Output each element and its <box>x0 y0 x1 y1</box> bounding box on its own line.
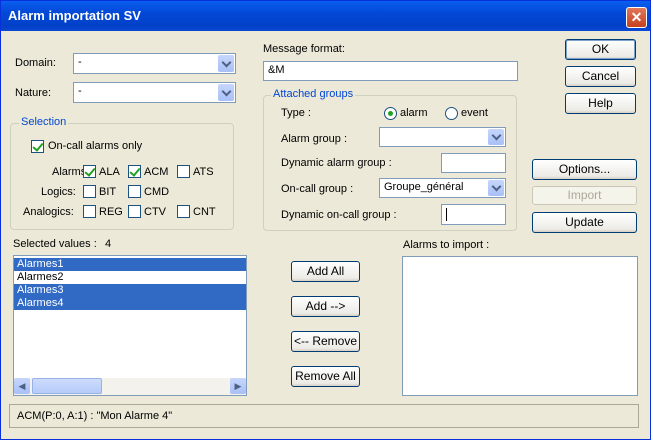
title-bar[interactable]: Alarm importation SV ✕ <box>1 1 650 31</box>
oncall-only-label: On-call alarms only <box>48 140 143 152</box>
selected-values-list: Alarmes1 Alarmes2 Alarmes3 Alarmes4 <box>14 256 246 310</box>
domain-value: - <box>78 56 82 68</box>
analogics-row-label: Analogics: <box>23 206 74 218</box>
import-button[interactable]: Import <box>532 186 637 205</box>
window-title: Alarm importation SV <box>8 8 141 23</box>
horizontal-scrollbar[interactable]: ◀ ▶ <box>14 378 246 395</box>
add-button[interactable]: Add --> <box>291 296 360 317</box>
nature-value: - <box>78 85 82 97</box>
chevron-down-icon[interactable] <box>488 180 504 196</box>
ats-label: ATS <box>193 166 214 178</box>
cnt-checkbox[interactable] <box>177 205 190 218</box>
scroll-right-icon[interactable]: ▶ <box>230 378 246 394</box>
message-format-label: Message format: <box>263 43 345 55</box>
dynamic-oncall-group-label: Dynamic on-call group : <box>281 209 397 221</box>
ctv-checkbox[interactable] <box>128 205 141 218</box>
options-button[interactable]: Options... <box>532 159 637 180</box>
close-button[interactable]: ✕ <box>626 7 647 28</box>
dynamic-alarm-group-input[interactable] <box>441 153 506 173</box>
oncall-group-label: On-call group : <box>281 183 354 195</box>
scrollbar-thumb[interactable] <box>32 378 102 394</box>
reg-label: REG <box>99 206 123 218</box>
list-item[interactable]: Alarmes1 <box>14 258 246 271</box>
close-icon[interactable]: ✕ <box>631 9 643 25</box>
bit-checkbox[interactable] <box>83 185 96 198</box>
oncall-only-checkbox[interactable] <box>31 140 44 153</box>
nature-label: Nature: <box>15 87 52 99</box>
chevron-down-icon[interactable] <box>488 129 504 145</box>
list-item[interactable]: Alarmes3 <box>14 284 246 297</box>
ctv-label: CTV <box>144 206 166 218</box>
ala-checkbox[interactable] <box>83 165 96 178</box>
dynamic-alarm-group-label: Dynamic alarm group : <box>281 157 392 169</box>
alarm-group-combo[interactable] <box>379 127 506 147</box>
acm-checkbox[interactable] <box>128 165 141 178</box>
acm-label: ACM <box>144 166 169 178</box>
cmd-checkbox[interactable] <box>128 185 141 198</box>
type-alarm-label: alarm <box>400 107 428 119</box>
update-button[interactable]: Update <box>532 212 637 233</box>
ala-label: ALA <box>99 166 120 178</box>
domain-combo[interactable]: - <box>73 53 236 74</box>
remove-all-button[interactable]: Remove All <box>291 366 360 387</box>
status-text: ACM(P:0, A:1) : "Mon Alarme 4" <box>17 410 173 422</box>
ats-checkbox[interactable] <box>177 165 190 178</box>
chevron-down-icon[interactable] <box>218 55 234 72</box>
ok-button[interactable]: OK <box>565 39 636 60</box>
cmd-label: CMD <box>144 186 170 198</box>
add-all-button[interactable]: Add All <box>291 261 360 282</box>
text-caret <box>446 208 447 221</box>
help-button[interactable]: Help <box>565 93 636 114</box>
selected-values-label: Selected values : <box>13 238 97 250</box>
type-label: Type : <box>281 107 311 119</box>
dynamic-oncall-group-input[interactable] <box>441 204 506 225</box>
selected-values-count: 4 <box>105 238 112 250</box>
type-alarm-radio[interactable] <box>384 107 397 120</box>
message-format-input[interactable]: &M <box>263 61 518 81</box>
alarms-to-import-listbox[interactable] <box>402 256 638 396</box>
alarm-group-label: Alarm group : <box>281 133 348 145</box>
domain-label: Domain: <box>15 57 56 69</box>
type-event-radio[interactable] <box>445 107 458 120</box>
logics-row-label: Logics: <box>41 186 76 198</box>
oncall-group-combo[interactable]: Groupe_général <box>379 178 506 198</box>
reg-checkbox[interactable] <box>83 205 96 218</box>
attached-groups-title: Attached groups <box>271 88 356 100</box>
cancel-button[interactable]: Cancel <box>565 66 636 87</box>
oncall-group-value: Groupe_général <box>384 181 464 193</box>
type-event-label: event <box>461 107 488 119</box>
alarm-importation-dialog: Alarm importation SV ✕ Domain: - Nature:… <box>0 0 651 440</box>
remove-button[interactable]: <-- Remove <box>291 331 360 352</box>
selection-group-title: Selection <box>19 116 69 128</box>
selected-values-listbox[interactable]: Alarmes1 Alarmes2 Alarmes3 Alarmes4 ◀ ▶ <box>13 255 247 396</box>
bit-label: BIT <box>99 186 117 198</box>
chevron-down-icon[interactable] <box>218 84 234 101</box>
cnt-label: CNT <box>193 206 216 218</box>
list-item[interactable]: Alarmes2 <box>14 271 246 284</box>
list-item[interactable]: Alarmes4 <box>14 297 246 310</box>
alarms-to-import-label: Alarms to import : <box>403 239 490 251</box>
scroll-left-icon[interactable]: ◀ <box>14 378 30 394</box>
nature-combo[interactable]: - <box>73 82 236 103</box>
status-bar: ACM(P:0, A:1) : "Mon Alarme 4" <box>9 404 639 428</box>
